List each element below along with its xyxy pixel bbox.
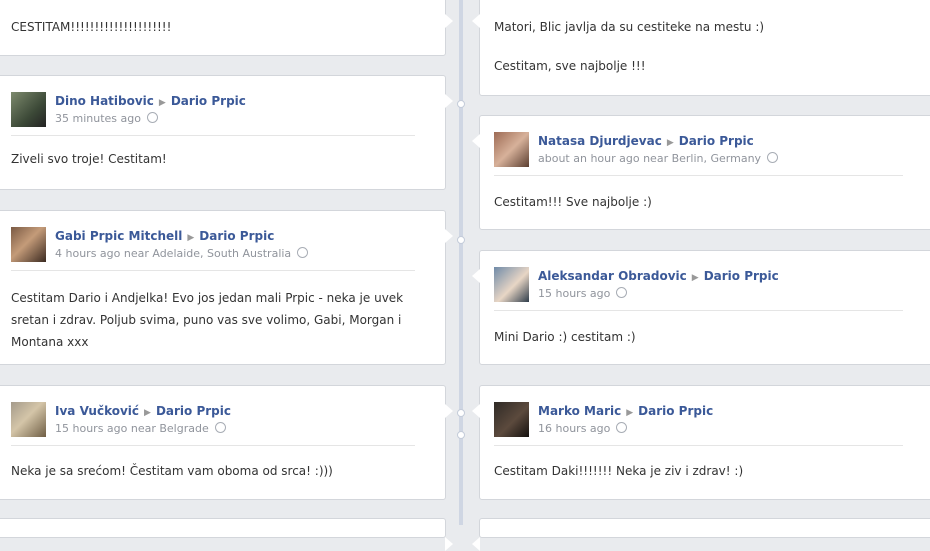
triangle-right-icon: ▶ <box>144 408 151 418</box>
avatar[interactable] <box>494 267 529 302</box>
timeline-dot <box>457 431 465 439</box>
post-card: Dino Hatibovic ▶ Dario Prpic 35 minutes ag… <box>0 75 453 190</box>
post-header: Dino Hatibovic ▶ Dario Prpic 35 minutes ag… <box>11 90 415 136</box>
post-message: Neka je sa srećom! Čestitam vam oboma od… <box>11 464 333 478</box>
globe-icon <box>214 422 226 433</box>
post-header: Natasa Djurdjevac ▶ Dario Prpic about an h… <box>494 130 903 176</box>
post-card: Aleksandar Obradovic ▶ Dario Prpic 15 hour… <box>472 250 930 365</box>
avatar[interactable] <box>11 227 46 262</box>
post-header: Gabi Prpic Mitchell ▶ Dario Prpic 4 hours … <box>11 225 415 271</box>
post-message: Ziveli svo troje! Cestitam! <box>11 152 167 166</box>
post-time[interactable]: 15 hours ago <box>538 287 610 300</box>
avatar[interactable] <box>494 402 529 437</box>
post-time[interactable]: 35 minutes ago <box>55 112 141 125</box>
target-link[interactable]: Dario Prpic <box>199 229 274 243</box>
globe-icon <box>616 287 628 298</box>
author-link[interactable]: Aleksandar Obradovic <box>538 269 687 283</box>
post-meta: about an hour ago near Berlin, Germany <box>538 152 779 165</box>
globe-icon <box>616 422 628 433</box>
author-link[interactable]: Marko Maric <box>538 404 621 418</box>
timeline-spine <box>459 0 463 525</box>
avatar[interactable] <box>11 402 46 437</box>
target-link[interactable]: Dario Prpic <box>171 94 246 108</box>
post-message: Cestitam, sve najbolje !!! <box>494 59 646 73</box>
post-message: Cestitam Dario i Andjelka! Evo jos jedan… <box>11 291 404 349</box>
post-meta: 35 minutes ago <box>55 112 158 125</box>
post-names: Dino Hatibovic ▶ Dario Prpic <box>55 94 246 108</box>
globe-icon <box>297 247 309 258</box>
timeline-dot <box>457 100 465 108</box>
post-card: Iva Vučković ▶ Dario Prpic 15 hours ago ne… <box>0 385 453 500</box>
post-meta: 15 hours ago <box>538 287 628 300</box>
author-link[interactable]: Natasa Djurdjevac <box>538 134 662 148</box>
post-meta: 15 hours ago near Belgrade <box>55 422 226 435</box>
globe-icon <box>146 112 158 123</box>
avatar[interactable] <box>494 132 529 167</box>
post-names: Iva Vučković ▶ Dario Prpic <box>55 404 231 418</box>
target-link[interactable]: Dario Prpic <box>704 269 779 283</box>
post-time[interactable]: 16 hours ago <box>538 422 610 435</box>
post-meta: 4 hours ago near Adelaide, South Austral… <box>55 247 309 260</box>
triangle-right-icon: ▶ <box>626 408 634 418</box>
post-message: CESTITAM!!!!!!!!!!!!!!!!!!!!! <box>11 20 172 34</box>
triangle-right-icon: ▶ <box>158 98 166 108</box>
post-names: Gabi Prpic Mitchell ▶ Dario Prpic <box>55 229 274 243</box>
post-card: Matori, Blic javlja da su cestiteke na m… <box>472 0 930 96</box>
post-meta: 16 hours ago <box>538 422 628 435</box>
globe-icon <box>767 152 779 163</box>
target-link[interactable]: Dario Prpic <box>156 404 231 418</box>
post-header: Iva Vučković ▶ Dario Prpic 15 hours ago ne… <box>11 400 415 446</box>
post-names: Marko Maric ▶ Dario Prpic <box>538 404 713 418</box>
post-header: Aleksandar Obradovic ▶ Dario Prpic 15 hour… <box>494 265 903 311</box>
triangle-right-icon: ▶ <box>187 233 195 243</box>
target-link[interactable]: Dario Prpic <box>679 134 754 148</box>
post-message: Mini Dario :) cestitam :) <box>494 330 636 344</box>
post-time[interactable]: about an hour ago near Berlin, Germany <box>538 152 761 165</box>
avatar[interactable] <box>11 92 46 127</box>
post-card: Natasa Djurdjevac ▶ Dario Prpic about an h… <box>472 115 930 230</box>
post-time[interactable]: 4 hours ago near Adelaide, South Austral… <box>55 247 291 260</box>
author-link[interactable]: Iva Vučković <box>55 404 139 418</box>
post-message: Cestitam!!! Sve najbolje :) <box>494 195 652 209</box>
post-card: Gabi Prpic Mitchell ▶ Dario Prpic 4 hours … <box>0 210 453 365</box>
target-link[interactable]: Dario Prpic <box>638 404 713 418</box>
post-card <box>0 518 453 551</box>
post-card <box>472 518 930 551</box>
post-time[interactable]: 15 hours ago near Belgrade <box>55 422 209 435</box>
post-card: Marko Maric ▶ Dario Prpic 16 hours ago Ces… <box>472 385 930 500</box>
triangle-right-icon: ▶ <box>691 273 699 283</box>
post-names: Natasa Djurdjevac ▶ Dario Prpic <box>538 134 754 148</box>
author-link[interactable]: Dino Hatibovic <box>55 94 154 108</box>
post-names: Aleksandar Obradovic ▶ Dario Prpic <box>538 269 779 283</box>
author-link[interactable]: Gabi Prpic Mitchell <box>55 229 182 243</box>
post-card: CESTITAM!!!!!!!!!!!!!!!!!!!!! <box>0 0 453 56</box>
post-header: Marko Maric ▶ Dario Prpic 16 hours ago <box>494 400 903 446</box>
triangle-right-icon: ▶ <box>666 138 674 148</box>
post-message: Matori, Blic javlja da su cestiteke na m… <box>494 20 765 34</box>
timeline-dot <box>457 409 465 417</box>
post-message: Cestitam Daki!!!!!!! Neka je ziv i zdrav… <box>494 464 744 478</box>
timeline-dot <box>457 236 465 244</box>
